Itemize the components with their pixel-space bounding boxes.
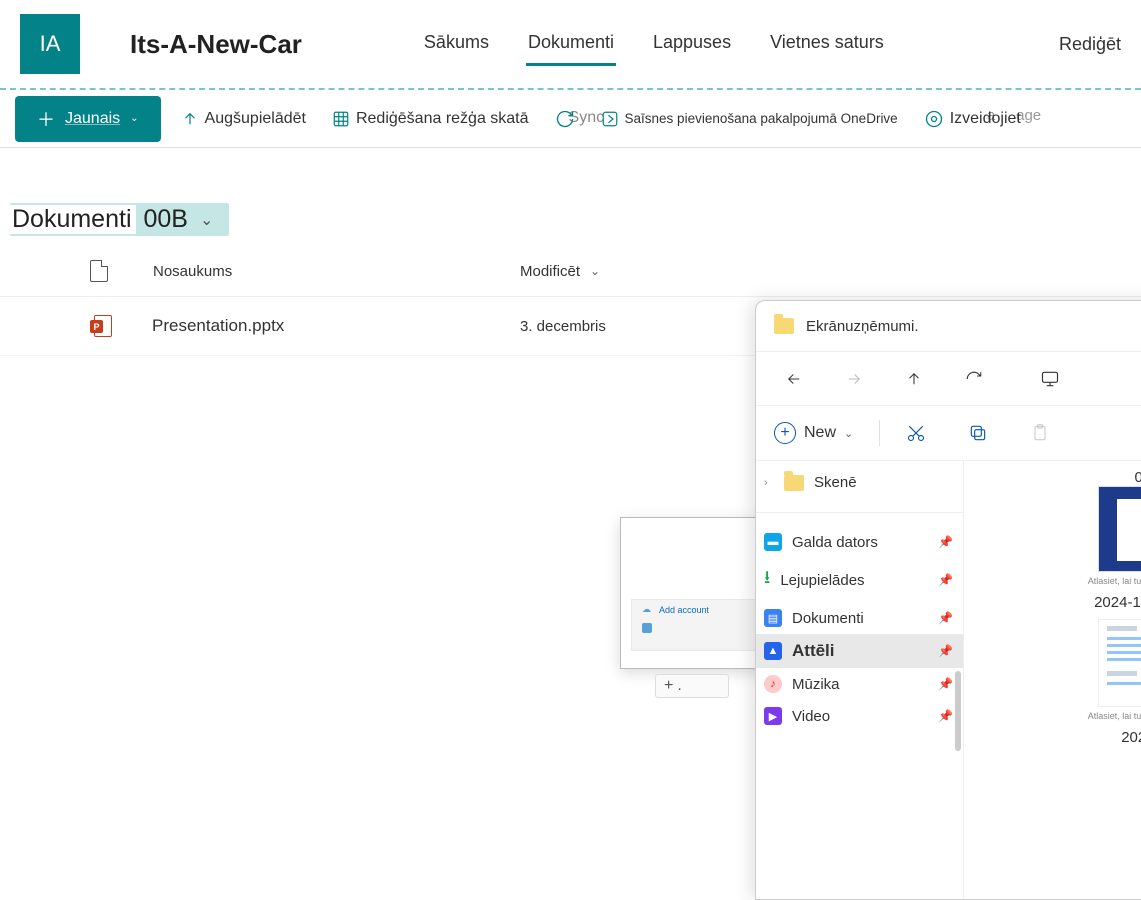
explorer-nav: › [756,351,1141,405]
forward-button [824,359,884,399]
back-button[interactable] [764,359,824,399]
video-icon: ▶ [764,707,782,725]
column-modified[interactable]: Modificēt [520,263,580,280]
nav-home[interactable]: Sākums [422,22,491,66]
new-button-label: Jaunais [65,110,120,128]
chevron-down-icon: ⌄ [194,210,219,230]
pin-icon[interactable]: 📌 [938,709,953,723]
chevron-right-icon: › [764,477,774,489]
documents-icon: ▤ [764,609,782,627]
drag-thumb-text: Add account [659,605,709,615]
chevron-down-icon: ⌄ [844,427,853,440]
cut-icon[interactable] [906,423,942,443]
item-caption: Atlasiet, lai turpinātu faila lejupielād… [976,576,1141,586]
nav-site-contents[interactable]: Vietnes saturs [768,22,886,66]
scrollbar[interactable] [955,671,961,751]
up-button[interactable] [884,359,944,399]
this-pc-icon[interactable] [1020,359,1080,399]
refresh-button[interactable] [944,359,1004,399]
site-logo[interactable]: IA [20,14,80,74]
nav-documents[interactable]: Dokumenti [526,22,616,66]
item-caption: Atlasiet, lai turpinātu faila lejupielād… [976,711,1141,721]
sync-icon [555,109,575,129]
top-nav: Sākums Dokumenti Lappuses Vietnes saturs [422,22,886,66]
chevron-down-icon: ⌄ [130,113,138,124]
explorer-tree: › Skenē ▬ Galda dators 📌 ⭳ Lejupielādes … [756,461,964,899]
file-explorer-window: Ekrānuzņēmumi. ✕ › + New ⌄ › Skenē ▬ [755,300,1141,900]
tree-scan[interactable]: › Skenē [756,467,963,498]
explorer-toolbar: + New ⌄ [756,405,1141,461]
plus-icon: + [664,677,673,695]
explorer-content: 085211 Atlasiet, lai turpinātu faila lej… [964,461,1141,899]
create-agent-button[interactable]: Izveidojiet Create an. age [918,105,1027,133]
drag-copy-badge: + . [655,674,729,698]
drag-preview: ☁ Add account [620,517,770,669]
tree-music[interactable]: ♪ Mūzika 📌 [756,668,963,700]
pin-icon[interactable]: 📌 [938,535,953,549]
separator [879,420,880,446]
library-title-a: Dokumenti [10,205,136,234]
explorer-new-label: New [804,424,836,442]
explorer-title: Ekrānuzņēmumi. [806,318,1141,335]
folder-icon [784,475,804,491]
download-icon: ⭳ [764,565,770,595]
paste-icon [1030,423,1066,443]
edit-link[interactable]: Rediģēt [1059,34,1121,55]
pictures-icon: ▲ [764,642,782,660]
library-title-b: 00B [142,205,188,234]
library-title-dropdown[interactable]: Dokumenti 00B ⌄ [10,203,229,236]
new-button[interactable]: ＋ Jaunais ⌄ [15,96,161,142]
tree-video[interactable]: ▶ Video 📌 [756,700,963,732]
agent-icon [924,109,944,129]
screenshot-thumb [1098,619,1141,707]
item-date: 2024-12-02 154911 [976,594,1141,611]
pin-icon[interactable]: 📌 [938,677,953,691]
column-headers: Nosaukums Modificēt ⌄ [0,246,1141,297]
powerpoint-icon: P [90,315,112,337]
pin-icon[interactable]: 📌 [938,644,953,658]
item-time: 085211 [976,469,1141,486]
pin-icon[interactable]: 📌 [938,611,953,625]
library-header: Dokumenti 00B ⌄ [0,148,1141,246]
upload-icon [181,110,199,128]
desktop-icon: ▬ [764,533,782,551]
music-icon: ♪ [764,675,782,693]
sync-button[interactable]: Sync [549,105,581,133]
nav-pages[interactable]: Lappuses [651,22,733,66]
pin-icon[interactable]: 📌 [938,573,953,587]
item-date: 2024-12-11 [976,729,1141,746]
grid-edit-label: Rediģēšana režģa skatā [356,110,529,128]
chevron-down-icon[interactable]: ⌄ [590,264,600,278]
onedrive-shortcut-button[interactable]: Saīsnes pievienošana pakalpojumā OneDriv… [595,106,904,132]
copy-icon[interactable] [968,423,1004,443]
shortcut-label: Saīsnes pievienošana pakalpojumā OneDriv… [625,111,898,126]
tree-pictures[interactable]: ▲ Attēli 📌 [756,634,963,668]
file-modified: 3. decembris [520,318,606,335]
tree-downloads[interactable]: ⭳ Lejupielādes 📌 [756,558,963,602]
grid-icon [332,110,350,128]
file-type-icon[interactable] [90,260,108,282]
file-name[interactable]: Presentation.pptx [152,316,284,336]
thumbnail-item[interactable]: 085211 Atlasiet, lai turpinātu faila lej… [976,469,1141,746]
grid-edit-button[interactable]: Rediģēšana režģa skatā [326,106,535,132]
plus-icon: ＋ [37,106,55,132]
plus-circle-icon: + [774,422,796,444]
copy-label: . [677,677,681,695]
folder-icon [774,318,794,334]
explorer-titlebar[interactable]: Ekrānuzņēmumi. ✕ [756,301,1141,351]
create-label: Izveidojiet [950,110,1021,128]
upload-label: Augšupielādēt [205,110,306,128]
tree-documents[interactable]: ▤ Dokumenti 📌 [756,602,963,634]
tree-desktop[interactable]: ▬ Galda dators 📌 [756,512,963,558]
upload-button[interactable]: Augšupielādēt [175,106,312,132]
site-header: IA Its-A-New-Car Sākums Dokumenti Lappus… [0,0,1141,90]
site-title: Its-A-New-Car [130,29,302,60]
cloud-icon: ☁ [642,604,651,615]
command-bar: ＋ Jaunais ⌄ Augšupielādēt Rediģēšana rež… [0,90,1141,148]
column-name[interactable]: Nosaukums [153,263,232,280]
shortcut-icon [601,110,619,128]
explorer-new-button[interactable]: + New ⌄ [774,422,853,444]
screenshot-thumb [1098,486,1141,572]
